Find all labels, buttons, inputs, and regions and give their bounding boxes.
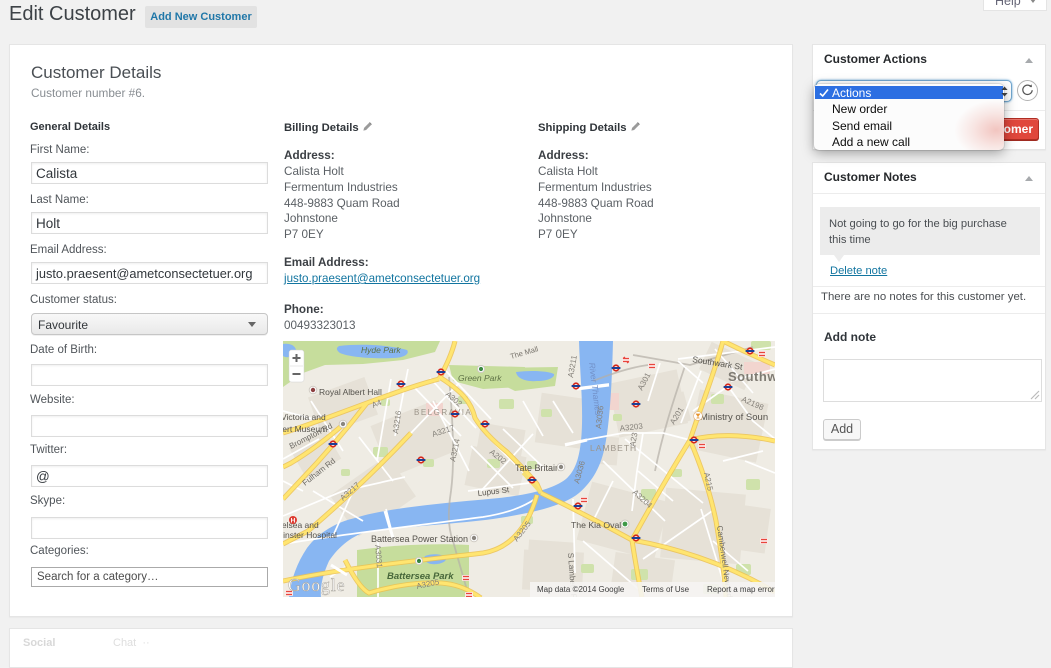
svg-text:Google: Google — [288, 575, 346, 595]
svg-text:Chelsea and: Chelsea and — [283, 520, 319, 530]
svg-text:Southwark: Southwark — [728, 369, 775, 384]
svg-text:H: H — [291, 518, 296, 525]
svg-text:Victoria and: Victoria and — [283, 412, 326, 422]
svg-text:Ministry of Soun: Ministry of Soun — [700, 412, 768, 423]
svg-text:Green Park: Green Park — [458, 373, 502, 383]
svg-text:Royal Albert Hall: Royal Albert Hall — [319, 387, 382, 397]
svg-text:BELGRAVIA: BELGRAVIA — [414, 408, 472, 417]
svg-text:Map data ©2014 Google: Map data ©2014 Google — [537, 585, 625, 594]
svg-text:minster Hospital: minster Hospital — [283, 530, 337, 540]
svg-text:Report a map error: Report a map error — [707, 585, 775, 594]
svg-text:Battersea Power Station: Battersea Power Station — [371, 534, 468, 544]
svg-text:Hyde Park: Hyde Park — [361, 345, 401, 355]
svg-text:Tate Britain: Tate Britain — [515, 463, 560, 473]
svg-text:The Kia Oval: The Kia Oval — [571, 520, 621, 530]
svg-text:Terms of Use: Terms of Use — [642, 585, 690, 594]
